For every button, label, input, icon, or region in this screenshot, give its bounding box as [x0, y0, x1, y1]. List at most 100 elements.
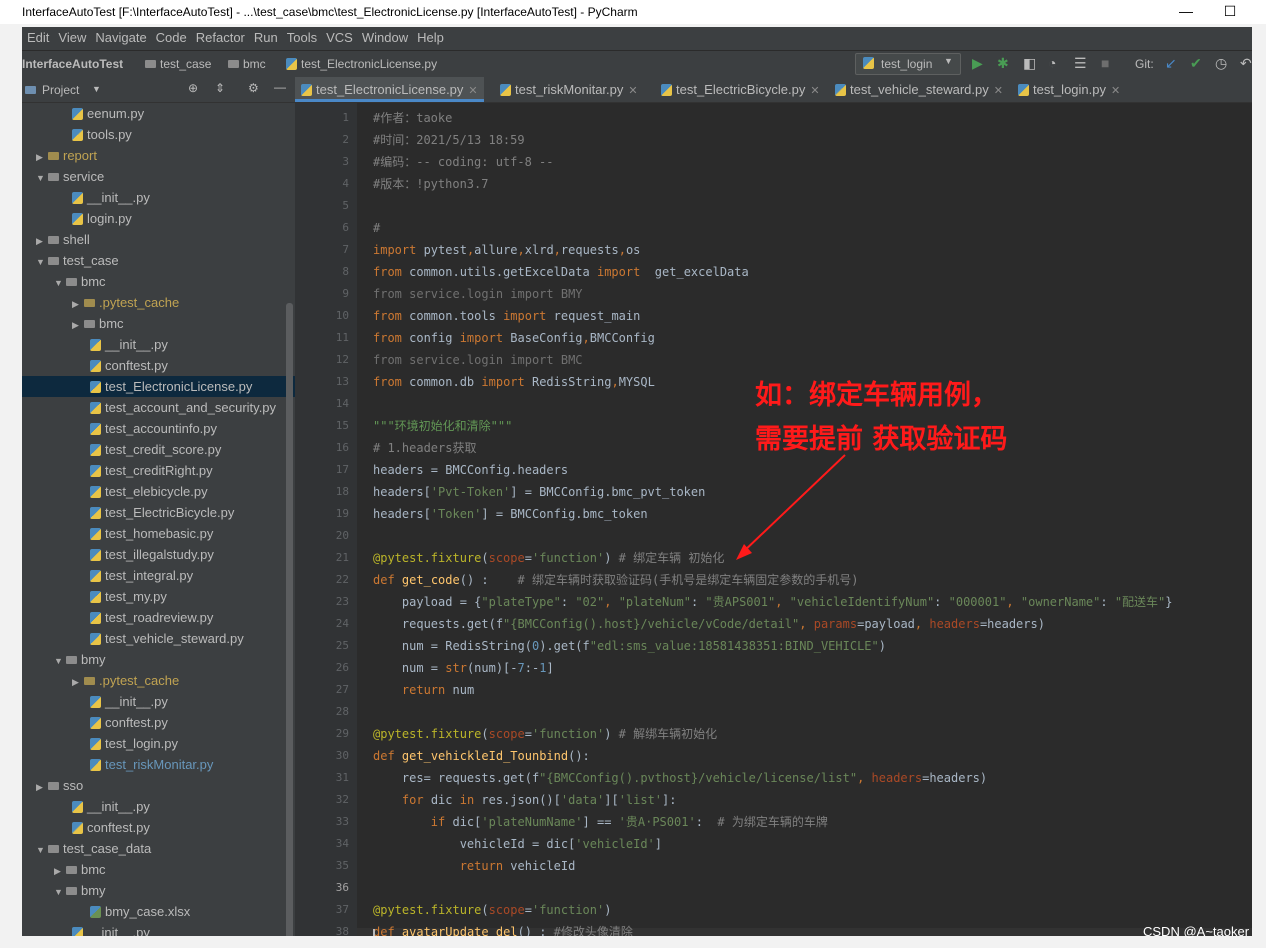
tree-item[interactable]: eenum.py: [22, 103, 295, 124]
chevron-down-icon[interactable]: ▼: [92, 84, 101, 94]
menu-view[interactable]: View: [53, 27, 90, 45]
folder-icon: [48, 152, 59, 160]
minimize-button[interactable]: —: [1176, 3, 1196, 21]
menu-run[interactable]: Run: [249, 27, 282, 45]
tree-item[interactable]: test_creditRight.py: [22, 460, 295, 481]
python-file-icon: [90, 381, 101, 393]
run-config-select[interactable]: test_login ▼: [855, 53, 961, 75]
tree-item[interactable]: ▼ test_case_data: [22, 838, 295, 859]
tree-item[interactable]: test_elebicycle.py: [22, 481, 295, 502]
tree-item[interactable]: ▼ bmy: [22, 880, 295, 901]
maximize-button[interactable]: ☐: [1220, 3, 1240, 21]
tree-item[interactable]: test_my.py: [22, 586, 295, 607]
run-icon[interactable]: ▶: [972, 55, 983, 72]
menu-vcs[interactable]: VCS: [321, 27, 357, 45]
tree-item[interactable]: ▼ test_case: [22, 250, 295, 271]
tree-item[interactable]: test_riskMonitar.py: [22, 754, 295, 775]
menu-code[interactable]: Code: [151, 27, 191, 45]
history-icon[interactable]: ◷: [1215, 55, 1227, 72]
build-icon[interactable]: ☰: [1074, 55, 1087, 72]
python-file-icon: [301, 84, 312, 96]
tree-item[interactable]: test_ElectricBicycle.py: [22, 502, 295, 523]
line-number: 37: [335, 903, 349, 916]
tree-item[interactable]: ▶ .pytest_cache: [22, 292, 295, 313]
tree-item[interactable]: ▶ .pytest_cache: [22, 670, 295, 691]
tree-item[interactable]: test_roadreview.py: [22, 607, 295, 628]
tree-item[interactable]: test_login.py: [22, 733, 295, 754]
tree-item[interactable]: login.py: [22, 208, 295, 229]
line-number: 33: [335, 815, 349, 828]
tree-item[interactable]: __init__.py: [22, 334, 295, 355]
menu-help[interactable]: Help: [412, 27, 448, 45]
tree-item[interactable]: test_account_and_security.py: [22, 397, 295, 418]
debug-icon[interactable]: ✱: [997, 55, 1009, 72]
menu-navigate[interactable]: Navigate: [90, 27, 150, 45]
tree-item[interactable]: test_illegalstudy.py: [22, 544, 295, 565]
tab-test-electroniclicense[interactable]: test_ElectronicLicense.py ✕: [295, 77, 484, 102]
menu-refactor[interactable]: Refactor: [191, 27, 249, 45]
tree-item[interactable]: test_credit_score.py: [22, 439, 295, 460]
tree-item[interactable]: ▶ sso: [22, 775, 295, 796]
tree-item[interactable]: tools.py: [22, 124, 295, 145]
tab-test-electricbicycle[interactable]: test_ElectricBicycle.py ✕: [655, 77, 826, 102]
breadcrumb-test-case[interactable]: test_case: [145, 57, 211, 71]
menu-tools[interactable]: Tools: [282, 27, 321, 45]
tree-item[interactable]: test_vehicle_steward.py: [22, 628, 295, 649]
menu-edit[interactable]: Edit: [22, 27, 53, 45]
tree-item[interactable]: ▼ bmy: [22, 649, 295, 670]
tree-item[interactable]: __init__.py: [22, 691, 295, 712]
python-file-icon: [90, 465, 101, 477]
tree-item-label: login.py: [87, 211, 132, 226]
stop-icon[interactable]: ■: [1101, 55, 1109, 71]
close-icon[interactable]: ✕: [628, 85, 637, 97]
revert-icon[interactable]: ↶: [1240, 55, 1252, 72]
collapse-icon[interactable]: ⇕: [215, 81, 225, 95]
tree-item[interactable]: test_integral.py: [22, 565, 295, 586]
code-area[interactable]: #作者：taoke #时间：2021/5/13 18:59 #编码：-- codin…: [373, 103, 1252, 936]
chevron-right-icon: ▶: [72, 320, 79, 330]
tab-test-riskmonitar[interactable]: test_riskMonitar.py ✕: [494, 77, 644, 102]
breadcrumb-project[interactable]: InterfaceAutoTest: [22, 57, 123, 71]
project-panel-title[interactable]: Project: [42, 83, 79, 97]
tree-item[interactable]: test_homebasic.py: [22, 523, 295, 544]
tree-item[interactable]: ▶ bmc: [22, 313, 295, 334]
tree-item[interactable]: conftest.py: [22, 355, 295, 376]
breadcrumb-file[interactable]: test_ElectronicLicense.py: [286, 57, 437, 71]
tree-item[interactable]: conftest.py: [22, 712, 295, 733]
tree-item-label: test_creditRight.py: [105, 463, 213, 478]
tree-item[interactable]: conftest.py: [22, 817, 295, 838]
tree-item[interactable]: ▼ service: [22, 166, 295, 187]
locate-icon[interactable]: ⊕: [188, 81, 198, 95]
close-icon[interactable]: ✕: [994, 85, 1003, 97]
tree-item[interactable]: bmy_case.xlsx: [22, 901, 295, 922]
code-line: for dic in res.json()['data']['list']:: [401, 793, 677, 807]
tree-item[interactable]: ▶ report: [22, 145, 295, 166]
breadcrumb-bmc[interactable]: bmc: [228, 57, 266, 71]
tree-item[interactable]: ▶ bmc: [22, 859, 295, 880]
tree-item[interactable]: __init__.py: [22, 187, 295, 208]
close-icon[interactable]: ✕: [810, 85, 819, 97]
code-line: payload = {"plateType": "02", "plateNum"…: [373, 595, 1173, 609]
tree-item[interactable]: test_accountinfo.py: [22, 418, 295, 439]
hide-icon[interactable]: —: [274, 80, 286, 94]
close-icon[interactable]: ✕: [1111, 85, 1120, 97]
tree-item-selected[interactable]: test_ElectronicLicense.py: [22, 376, 295, 397]
code-line: headers['Pvt-Token'] = BMCConfig.bmc_pvt…: [373, 485, 706, 499]
tree-item-label: test_elebicycle.py: [105, 484, 208, 499]
tab-label: test_login.py: [1033, 82, 1106, 97]
line-number: 21: [335, 551, 349, 564]
tree-item[interactable]: ▼ bmc: [22, 271, 295, 292]
git-update-icon[interactable]: ↙: [1165, 55, 1177, 72]
menu-window[interactable]: Window: [357, 27, 412, 45]
tree-item[interactable]: __init__.py: [22, 922, 295, 936]
profile-icon[interactable]: ◔: [1048, 55, 1056, 71]
tab-test-login[interactable]: test_login.py ✕: [1012, 77, 1126, 102]
tree-item[interactable]: ▶ shell: [22, 229, 295, 250]
tree-scrollbar[interactable]: [286, 303, 293, 936]
close-icon[interactable]: ✕: [468, 85, 477, 97]
tree-item[interactable]: __init__.py: [22, 796, 295, 817]
tab-test-vehicle-steward[interactable]: test_vehicle_steward.py ✕: [829, 77, 1009, 102]
coverage-icon[interactable]: ◧: [1023, 55, 1036, 72]
gear-icon[interactable]: ⚙: [248, 81, 259, 95]
git-commit-icon[interactable]: ✔: [1190, 55, 1202, 72]
